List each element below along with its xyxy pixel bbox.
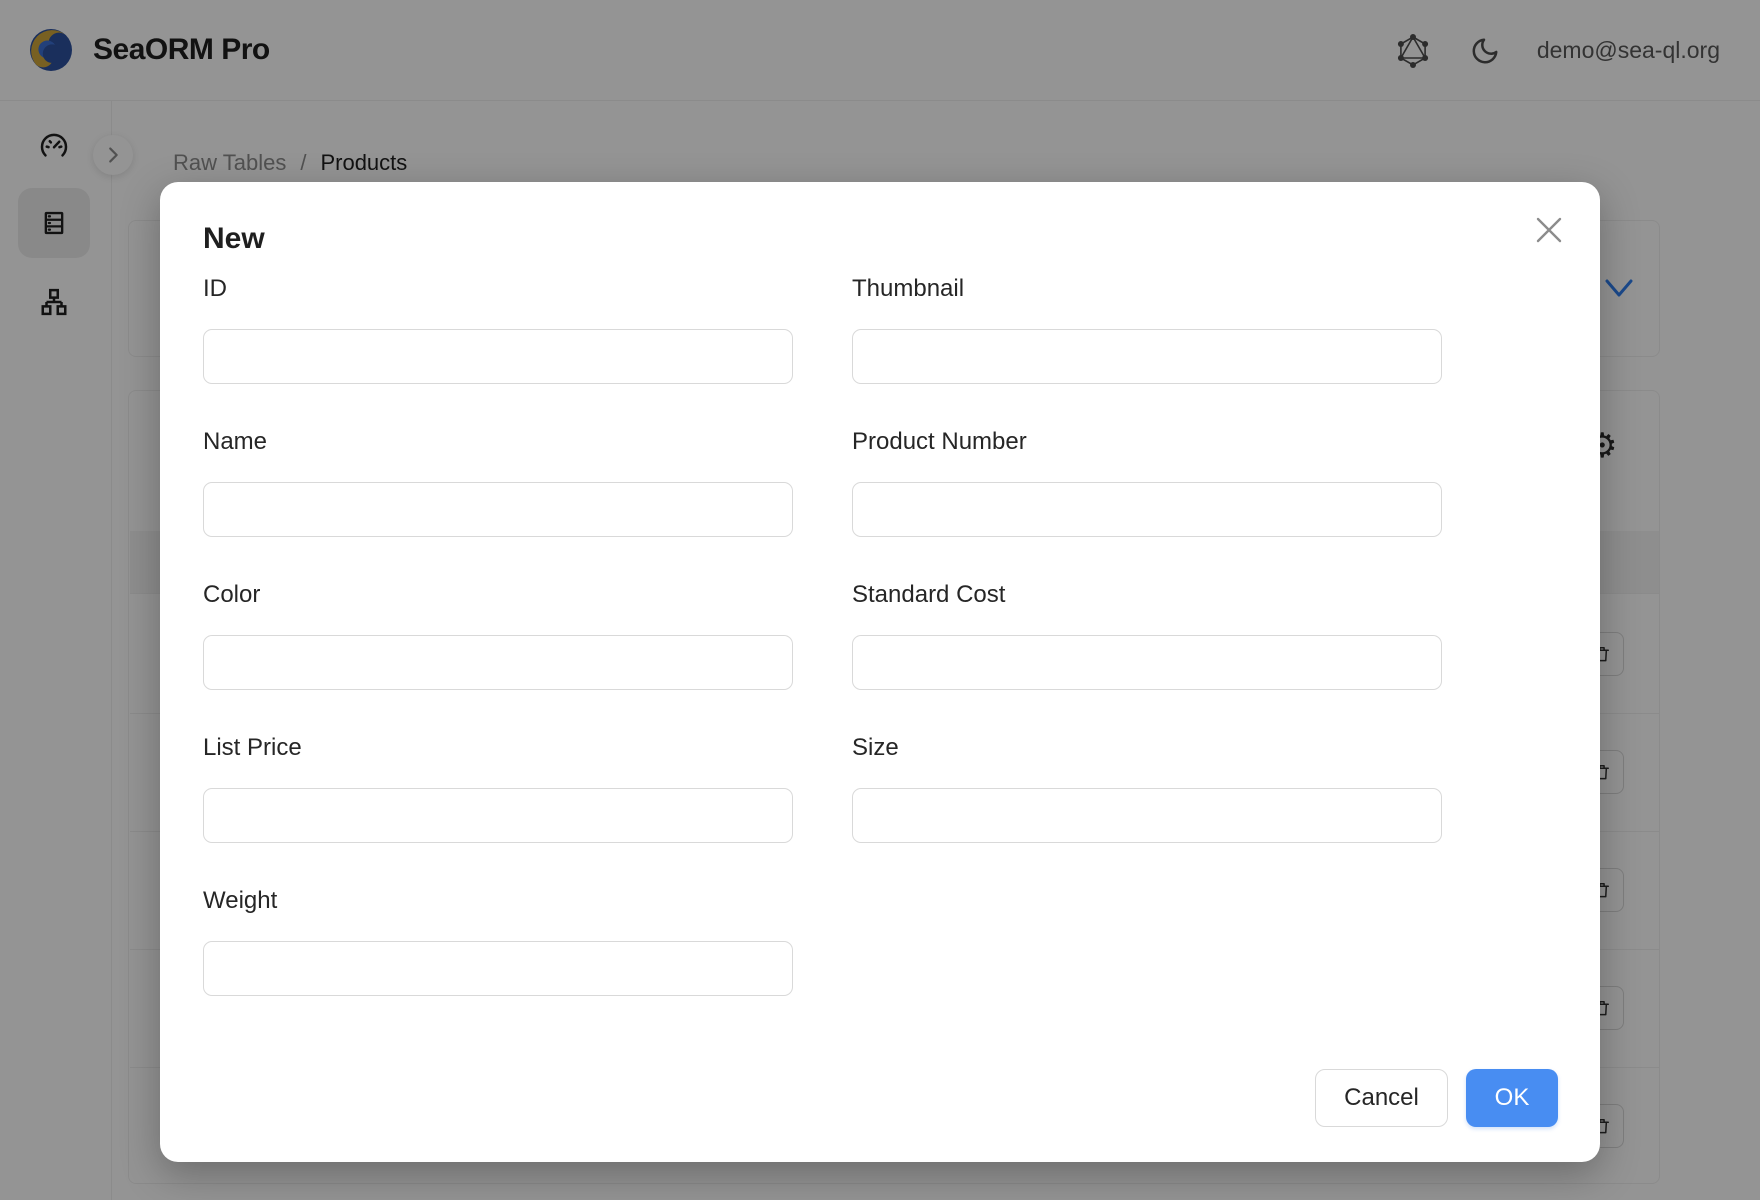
modal-title: New bbox=[203, 221, 1600, 257]
modal-close-button[interactable] bbox=[1525, 206, 1573, 254]
name-input[interactable] bbox=[203, 482, 793, 537]
cancel-button[interactable]: Cancel bbox=[1315, 1069, 1448, 1127]
standard-cost-input[interactable] bbox=[852, 635, 1442, 690]
field-name: Name bbox=[203, 427, 793, 537]
field-weight: Weight bbox=[203, 886, 793, 996]
color-input[interactable] bbox=[203, 635, 793, 690]
field-color: Color bbox=[203, 580, 793, 690]
ok-button[interactable]: OK bbox=[1466, 1069, 1558, 1127]
field-label-product-number: Product Number bbox=[852, 427, 1442, 456]
new-record-form: ID Thumbnail Name Product Number Color S… bbox=[203, 274, 1600, 996]
field-label-weight: Weight bbox=[203, 886, 793, 915]
field-size: Size bbox=[852, 733, 1442, 843]
close-icon bbox=[1534, 215, 1564, 245]
weight-input[interactable] bbox=[203, 941, 793, 996]
thumbnail-input[interactable] bbox=[852, 329, 1442, 384]
field-list-price: List Price bbox=[203, 733, 793, 843]
product-number-input[interactable] bbox=[852, 482, 1442, 537]
modal-footer: Cancel OK bbox=[1315, 1069, 1558, 1127]
field-id: ID bbox=[203, 274, 793, 384]
field-label-id: ID bbox=[203, 274, 793, 303]
id-input[interactable] bbox=[203, 329, 793, 384]
screen: SeaORM Pro bbox=[0, 0, 1760, 1200]
field-label-name: Name bbox=[203, 427, 793, 456]
size-input[interactable] bbox=[852, 788, 1442, 843]
field-label-list-price: List Price bbox=[203, 733, 793, 762]
field-standard-cost: Standard Cost bbox=[852, 580, 1442, 690]
field-product-number: Product Number bbox=[852, 427, 1442, 537]
field-thumbnail: Thumbnail bbox=[852, 274, 1442, 384]
field-label-standard-cost: Standard Cost bbox=[852, 580, 1442, 609]
field-label-color: Color bbox=[203, 580, 793, 609]
list-price-input[interactable] bbox=[203, 788, 793, 843]
field-label-size: Size bbox=[852, 733, 1442, 762]
field-label-thumbnail: Thumbnail bbox=[852, 274, 1442, 303]
new-record-modal: New ID Thumbnail Name Product Number bbox=[160, 182, 1600, 1162]
